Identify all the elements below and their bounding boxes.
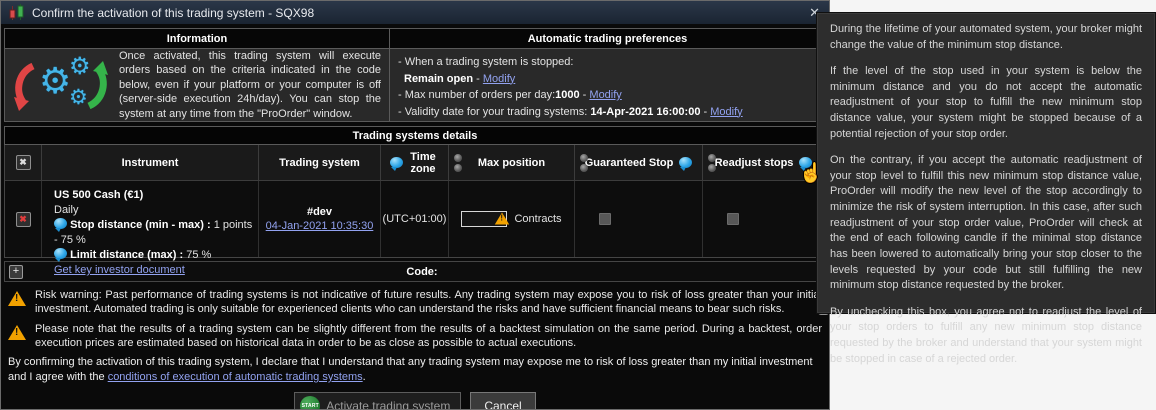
- conditions-link[interactable]: conditions of execution of automatic tra…: [108, 371, 363, 383]
- expand-code-button[interactable]: +: [9, 264, 23, 279]
- dialog-content: Information ⚙ ⚙ ⚙ Once activated, this t…: [1, 24, 829, 410]
- red-down-arrow-icon: [14, 62, 35, 111]
- risk-warning-row: Risk warning: Past performance of tradin…: [8, 288, 822, 317]
- header-readjust-stops-label: Readjust stops: [714, 156, 794, 169]
- information-panel: Information ⚙ ⚙ ⚙ Once activated, this t…: [4, 28, 390, 122]
- pref-stopped-label: - When a trading system is stopped:: [398, 56, 574, 68]
- contracts-label: Contracts: [514, 213, 562, 225]
- preferences-header: Automatic trading preferences: [390, 29, 825, 49]
- activate-button-label: Activate trading system: [326, 398, 451, 410]
- start-icon: START: [300, 395, 321, 409]
- period: .: [362, 371, 366, 384]
- information-header: Information: [5, 29, 389, 49]
- apply-all-knobs-icon[interactable]: [580, 153, 588, 172]
- system-date-link[interactable]: 04-Jan-2021 10:35:30: [266, 220, 374, 232]
- info-bubble-icon[interactable]: [54, 248, 67, 262]
- tooltip-paragraph: During the lifetime of your automated sy…: [830, 23, 1142, 51]
- readjust-stops-checkbox[interactable]: [727, 213, 739, 225]
- tooltip-paragraph: By unchecking this box, you agree not to…: [830, 305, 1142, 365]
- pref-validity-value: 14-Apr-2021 16:00:00: [590, 105, 701, 118]
- pref-max-orders-value: 1000: [555, 89, 580, 101]
- dialog-buttons: START Activate trading system Cancel: [8, 391, 822, 410]
- modify-stopped-link[interactable]: Modify: [483, 73, 515, 85]
- max-position-cell: Contracts: [449, 181, 575, 257]
- limit-distance-value: 75 %: [183, 249, 212, 261]
- header-trading-system: Trading system: [259, 145, 381, 181]
- trading-system-cell: #dev 04-Jan-2021 10:35:30: [259, 181, 381, 257]
- guaranteed-stop-cell: [575, 181, 703, 257]
- header-max-position-label: Max position: [477, 156, 546, 169]
- remove-row-button[interactable]: ✖: [15, 211, 31, 227]
- systems-table: ✖ Instrument Trading system Time zone Ma…: [4, 145, 826, 276]
- window-titlebar: Confirm the activation of this trading s…: [1, 1, 829, 24]
- tooltip-paragraph: On the contrary, if you accept the autom…: [830, 154, 1142, 292]
- key-investor-document-link[interactable]: Get key investor document: [54, 263, 185, 278]
- instrument-cell: US 500 Cash (€1) Daily Stop distance (mi…: [42, 181, 259, 276]
- instrument-name: US 500 Cash (€1): [54, 189, 144, 201]
- header-timezone: Time zone: [381, 145, 449, 181]
- information-text: Once activated, this trading system will…: [119, 49, 381, 120]
- select-all-button[interactable]: ✖: [15, 155, 31, 170]
- pref-stopped-line: - When a trading system is stopped: Rema…: [398, 54, 817, 87]
- header-timezone-label: Time zone: [410, 150, 436, 175]
- table-title-bar: Trading systems details: [4, 126, 826, 145]
- stop-distance-label: Stop distance (min - max) :: [70, 219, 211, 231]
- information-body: ⚙ ⚙ ⚙ Once activated, this trading syste…: [5, 49, 389, 121]
- info-bubble-icon[interactable]: [679, 157, 693, 171]
- screen: Confirm the activation of this trading s…: [0, 0, 1156, 410]
- activate-button[interactable]: START Activate trading system: [294, 391, 462, 410]
- note-warning-row: Please note that the results of a tradin…: [8, 322, 822, 351]
- tooltip-paragraph: If the level of the stop used in your sy…: [830, 65, 1142, 140]
- candlestick-icon: [9, 4, 24, 20]
- max-position-input-wrap: [461, 211, 510, 227]
- pref-max-orders-line: - Max number of orders per day:1000 - Mo…: [398, 87, 817, 104]
- window-title: Confirm the activation of this trading s…: [32, 5, 315, 20]
- automation-gears-icon: ⚙ ⚙ ⚙: [13, 55, 109, 115]
- apply-all-knobs-icon[interactable]: [708, 153, 716, 172]
- modify-max-orders-link[interactable]: Modify: [589, 89, 621, 101]
- separator: -: [476, 72, 480, 85]
- limit-distance-line: Limit distance (max) : 75 %: [54, 248, 211, 263]
- warning-triangle-icon: [8, 324, 26, 340]
- separator: -: [582, 89, 587, 101]
- pref-max-orders-label: - Max number of orders per day:: [398, 89, 556, 101]
- warnings-section: Risk warning: Past performance of tradin…: [4, 282, 826, 410]
- hand-cursor-icon: ☝: [799, 163, 823, 184]
- row-remove-cell: ✖: [5, 181, 42, 257]
- readjust-stops-cell: [703, 181, 825, 257]
- pref-validity-label: - Validity date for your trading systems…: [398, 105, 591, 118]
- apply-all-knobs-icon[interactable]: [454, 153, 462, 172]
- cancel-button[interactable]: Cancel: [470, 391, 536, 410]
- pref-stopped-value: Remain open: [404, 72, 474, 85]
- info-bubble-icon[interactable]: [54, 218, 67, 232]
- header-max-position: Max position: [449, 145, 575, 181]
- green-up-arrow-icon: [87, 61, 108, 110]
- timezone-cell: (UTC+01:00): [381, 181, 449, 257]
- system-name: #dev: [306, 206, 333, 218]
- risk-warning-text: Risk warning: Past performance of tradin…: [35, 289, 822, 316]
- guaranteed-stop-checkbox[interactable]: [599, 213, 611, 225]
- note-warning-text: Please note that the results of a tradin…: [35, 322, 822, 349]
- input-warning-icon: [495, 212, 510, 225]
- preferences-body: - When a trading system is stopped: Rema…: [390, 49, 825, 121]
- activation-dialog: Confirm the activation of this trading s…: [0, 0, 830, 410]
- header-guaranteed-stop: Guaranteed Stop: [575, 145, 703, 181]
- limit-distance-label: Limit distance (max) :: [70, 249, 184, 261]
- header-guaranteed-stop-label: Guaranteed Stop: [584, 156, 674, 169]
- header-select-all: ✖: [5, 145, 42, 181]
- top-panels: Information ⚙ ⚙ ⚙ Once activated, this t…: [4, 28, 826, 122]
- instrument-timeframe: Daily: [54, 204, 79, 216]
- confirmation-text: By confirming the activation of this tra…: [8, 355, 822, 385]
- preferences-panel: Automatic trading preferences - When a t…: [390, 28, 826, 122]
- warning-triangle-icon: [8, 291, 26, 306]
- readjust-stops-tooltip: During the lifetime of your automated sy…: [816, 12, 1156, 365]
- pref-validity-line: - Validity date for your trading systems…: [398, 104, 817, 121]
- cancel-button-label: Cancel: [484, 398, 522, 410]
- gear-icon: ⚙: [39, 60, 72, 101]
- separator: -: [703, 105, 708, 118]
- stop-distance-line: Stop distance (min - max) : 1 points - 7…: [54, 218, 254, 248]
- header-instrument: Instrument: [42, 145, 259, 181]
- info-bubble-icon[interactable]: [390, 157, 403, 171]
- modify-validity-link[interactable]: Modify: [710, 106, 742, 118]
